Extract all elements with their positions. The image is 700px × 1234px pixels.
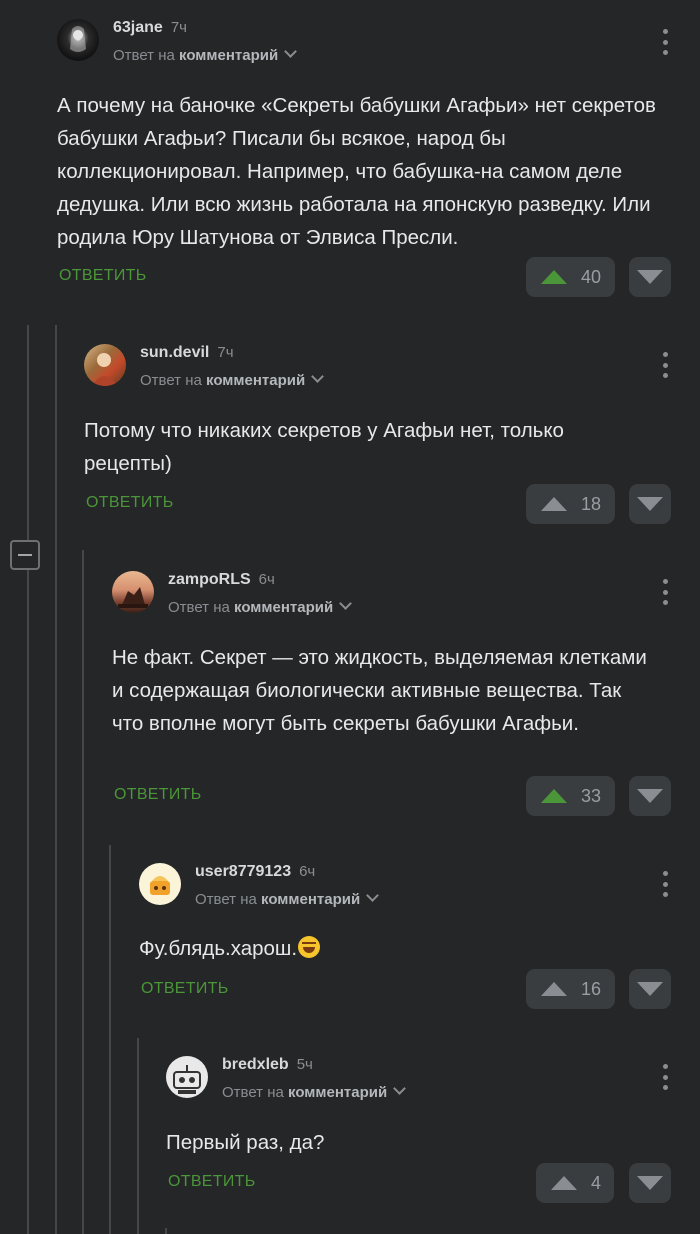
more-options-icon[interactable] bbox=[660, 29, 670, 55]
arrow-down-icon bbox=[637, 789, 663, 803]
downvote-button[interactable] bbox=[629, 257, 671, 297]
comment-text: А почему на баночке «Секреты бабушки Ага… bbox=[57, 94, 656, 249]
downvote-button[interactable] bbox=[629, 1163, 671, 1203]
avatar[interactable] bbox=[166, 1056, 208, 1098]
arrow-up-icon bbox=[541, 982, 567, 996]
upvote-button[interactable]: 18 bbox=[526, 484, 615, 524]
avatar[interactable] bbox=[112, 571, 154, 613]
cartoon-avatar-icon bbox=[150, 876, 170, 895]
reply-button[interactable]: ОТВЕТИТЬ bbox=[59, 267, 147, 285]
downvote-button[interactable] bbox=[629, 776, 671, 816]
vote-count: 40 bbox=[581, 266, 602, 287]
reply-button[interactable]: ОТВЕТИТЬ bbox=[86, 494, 174, 512]
avatar[interactable] bbox=[84, 344, 126, 386]
timestamp: 7ч bbox=[217, 344, 234, 361]
username[interactable]: 63jane 7ч bbox=[113, 19, 187, 37]
comments-thread: 63jane 7ч Ответ на комментарий А почему н… bbox=[0, 0, 700, 1234]
timestamp: 5ч bbox=[296, 1056, 313, 1073]
minus-icon bbox=[18, 554, 32, 556]
arrow-up-icon bbox=[541, 270, 567, 284]
username[interactable]: zampoRLS 6ч bbox=[168, 571, 275, 589]
arrow-up-icon bbox=[541, 497, 567, 511]
chevron-down-icon bbox=[311, 370, 325, 383]
avatar[interactable] bbox=[57, 19, 99, 61]
username[interactable]: user8779123 6ч bbox=[195, 863, 315, 881]
comment-text: Потому что никаких секретов у Агафьи нет… bbox=[84, 419, 564, 475]
more-options-icon[interactable] bbox=[660, 579, 670, 605]
timestamp: 7ч bbox=[170, 19, 187, 36]
thread-line bbox=[137, 1038, 139, 1234]
comment-text: Не факт. Секрет — это жидкость, выделяем… bbox=[112, 646, 647, 735]
vote-count: 33 bbox=[581, 785, 602, 806]
reply-button[interactable]: ОТВЕТИТЬ bbox=[141, 980, 229, 998]
chevron-down-icon bbox=[284, 45, 298, 58]
upvote-button[interactable]: 16 bbox=[526, 969, 615, 1009]
chevron-down-icon bbox=[339, 597, 353, 610]
comment: bredxleb 5ч Ответ на комментарий Первый р… bbox=[166, 1056, 677, 1206]
more-options-icon[interactable] bbox=[660, 352, 670, 378]
robot-sketch-avatar-icon bbox=[173, 1065, 201, 1094]
sunset-sculpture-avatar-icon bbox=[118, 587, 148, 608]
more-options-icon[interactable] bbox=[660, 1064, 670, 1090]
reply-to[interactable]: Ответ на комментарий bbox=[222, 1082, 407, 1101]
arrow-down-icon bbox=[637, 982, 663, 996]
downvote-button[interactable] bbox=[629, 484, 671, 524]
username[interactable]: sun.devil 7ч bbox=[140, 344, 234, 362]
reply-to[interactable]: Ответ на комментарий bbox=[140, 370, 325, 389]
arrow-down-icon bbox=[637, 1176, 663, 1190]
thread-line bbox=[27, 570, 29, 1234]
arrow-up-icon bbox=[551, 1176, 577, 1190]
comment-text-body: Фу.блядь.харош. bbox=[139, 937, 298, 960]
reply-button[interactable]: ОТВЕТИТЬ bbox=[114, 786, 202, 804]
arrow-down-icon bbox=[637, 270, 663, 284]
thread-line bbox=[109, 845, 111, 1234]
comment: 63jane 7ч Ответ на комментарий А почему н… bbox=[57, 19, 677, 304]
reply-to[interactable]: Ответ на комментарий bbox=[195, 889, 380, 908]
thread-line bbox=[82, 550, 84, 1234]
arrow-down-icon bbox=[637, 497, 663, 511]
thread-line bbox=[27, 325, 29, 540]
comment-text: Фу.блядь.харош. bbox=[139, 932, 659, 965]
vote-count: 16 bbox=[581, 978, 602, 999]
vote-count: 4 bbox=[591, 1172, 602, 1193]
reply-button[interactable]: ОТВЕТИТЬ bbox=[168, 1173, 256, 1191]
username[interactable]: bredxleb 5ч bbox=[222, 1056, 313, 1074]
painting-avatar-icon bbox=[92, 353, 118, 386]
upvote-button[interactable]: 40 bbox=[526, 257, 615, 297]
rolling-on-floor-laughing-emoji-icon bbox=[298, 936, 321, 958]
thread-line bbox=[55, 325, 57, 1234]
reply-to[interactable]: Ответ на комментарий bbox=[168, 597, 353, 616]
more-options-icon[interactable] bbox=[660, 871, 670, 897]
timestamp: 6ч bbox=[299, 863, 316, 880]
comment-text: Первый раз, да? bbox=[166, 1131, 325, 1154]
downvote-button[interactable] bbox=[629, 969, 671, 1009]
arrow-up-icon bbox=[541, 789, 567, 803]
reply-to[interactable]: Ответ на комментарий bbox=[113, 45, 298, 64]
thread-line bbox=[165, 1228, 167, 1234]
vote-count: 18 bbox=[581, 493, 602, 514]
collapse-thread-button[interactable] bbox=[10, 540, 40, 570]
chevron-down-icon bbox=[393, 1082, 407, 1095]
avatar[interactable] bbox=[139, 863, 181, 905]
timestamp: 6ч bbox=[258, 571, 275, 588]
dark-portrait-avatar-icon bbox=[70, 26, 86, 52]
chevron-down-icon bbox=[366, 889, 380, 902]
comment: sun.devil 7ч Ответ на комментарий Потому … bbox=[84, 344, 677, 529]
comment: zampoRLS 6ч Ответ на комментарий Не факт.… bbox=[112, 571, 677, 821]
upvote-button[interactable]: 4 bbox=[536, 1163, 614, 1203]
comment: user8779123 6ч Ответ на комментарий Фу.бл… bbox=[139, 863, 677, 1013]
upvote-button[interactable]: 33 bbox=[526, 776, 615, 816]
